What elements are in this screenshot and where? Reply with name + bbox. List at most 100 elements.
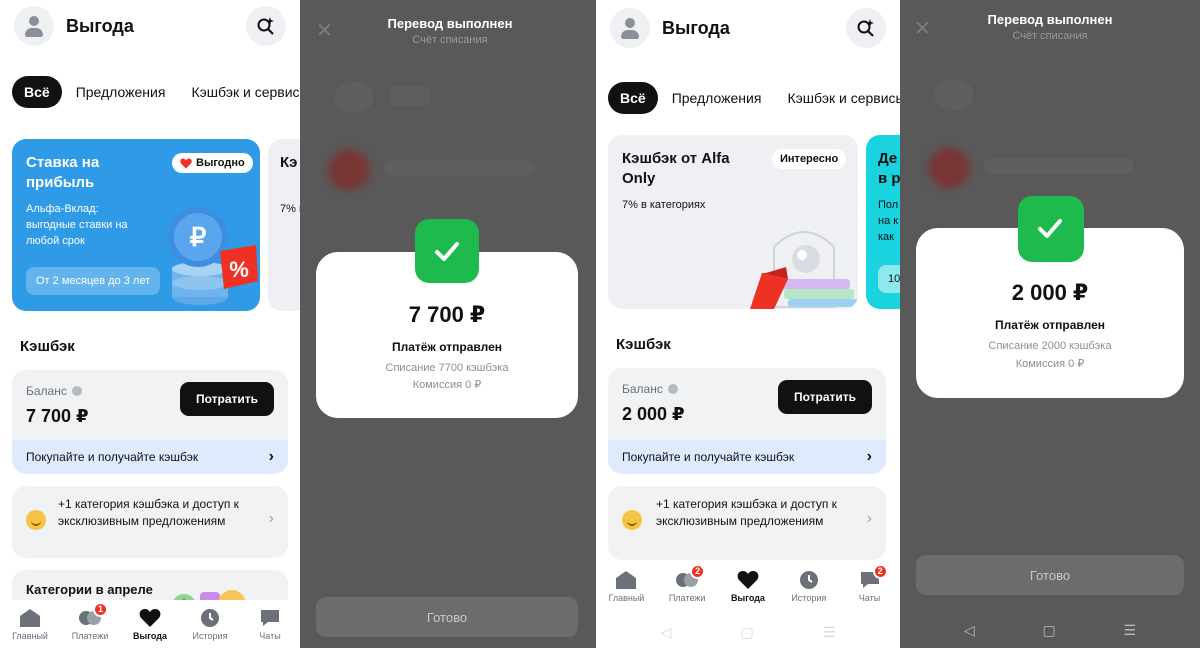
- smile-icon: [622, 510, 642, 530]
- blurred-row: [384, 160, 534, 176]
- nav-benefits[interactable]: Выгода: [720, 570, 776, 603]
- nav-label: История: [791, 592, 827, 603]
- blurred-row: [984, 158, 1134, 174]
- search-button[interactable]: [246, 6, 286, 46]
- chevron-right-icon: ›: [866, 510, 872, 527]
- svg-text:₽: ₽: [190, 222, 207, 252]
- tab-offers[interactable]: Предложения: [64, 76, 178, 108]
- home-square-icon[interactable]: ▢: [740, 624, 753, 641]
- peek-title: Кэ от: [280, 154, 300, 171]
- cashback-section-title: Кэшбэк: [20, 338, 75, 355]
- info-icon[interactable]: [667, 384, 678, 394]
- bottom-nav: Главный 2 Платежи Выгода История 2 Чаты: [596, 562, 900, 610]
- search-button[interactable]: [846, 8, 886, 48]
- earn-cashback-link[interactable]: Покупайте и получайте кэшбэк ›: [12, 440, 288, 474]
- debit-account-label: Счёт списания: [1012, 30, 1088, 42]
- back-icon[interactable]: ◁: [661, 624, 672, 641]
- clock-icon: [799, 570, 818, 589]
- promo-text: 7% в категориях: [622, 199, 706, 211]
- back-icon[interactable]: ◁: [964, 622, 975, 639]
- tab-all[interactable]: Всё: [608, 82, 658, 114]
- category-offer-card[interactable]: +1 категория кэшбэка и доступ к эксклюзи…: [12, 486, 288, 558]
- peek-button[interactable]: 10: [878, 265, 900, 293]
- peek-text: 7% в: [280, 203, 300, 215]
- category-offer-text: +1 категория кэшбэка и доступ к эксклюзи…: [58, 497, 239, 528]
- avatar[interactable]: [14, 6, 54, 46]
- bottom-nav: Главный 1 Платежи Выгода История Чаты: [0, 600, 300, 648]
- category-offer-card[interactable]: +1 категория кэшбэка и доступ к эксклюзи…: [608, 486, 886, 560]
- notification-badge: 2: [690, 563, 706, 579]
- info-icon[interactable]: [71, 386, 82, 396]
- nav-payments[interactable]: 2 Платежи: [659, 563, 715, 603]
- coin-percent-illustration: ₽ %: [168, 207, 258, 305]
- nav-home[interactable]: Главный: [2, 608, 58, 641]
- term-button[interactable]: От 2 месяцев до 3 лет: [26, 267, 161, 295]
- screen-transfer-success-1: ✕ Перевод выполнен Счёт списания 7 700 ₽…: [300, 0, 600, 648]
- earn-cashback-label: Покупайте и получайте кэшбэк: [622, 450, 795, 464]
- recents-icon[interactable]: ☰: [823, 624, 836, 641]
- amount: 2 000 ₽: [1011, 280, 1089, 305]
- promo-title: Ставка на прибыль: [26, 154, 100, 191]
- notification-badge: 1: [93, 601, 108, 617]
- nav-label: Платежи: [71, 630, 109, 641]
- nav-label: Главный: [12, 630, 48, 641]
- done-button[interactable]: Готово: [916, 555, 1184, 595]
- balance-value: 2 000 ₽: [622, 404, 685, 424]
- nav-benefits[interactable]: Выгода: [122, 608, 178, 641]
- badge-label: Интересно: [780, 153, 839, 165]
- blurred-row: [334, 82, 374, 112]
- tab-offers[interactable]: Предложения: [660, 82, 774, 114]
- done-button[interactable]: Готово: [316, 597, 578, 637]
- badge-label: Выгодно: [196, 157, 245, 169]
- header: Выгода: [610, 8, 886, 48]
- success-title: Перевод выполнен: [387, 16, 513, 31]
- nav-history[interactable]: История: [781, 570, 837, 603]
- chat-icon: [261, 609, 279, 626]
- promo-card-alfa-only[interactable]: Кэшбэк от Alfa Only Интересно 7% в катег…: [608, 135, 858, 309]
- nav-chats[interactable]: Чаты: [242, 608, 298, 641]
- podium-illustration: [750, 231, 858, 309]
- nav-home[interactable]: Главный: [598, 570, 654, 603]
- earn-cashback-link[interactable]: Покупайте и получайте кэшбэк ›: [608, 440, 886, 474]
- tab-cashback-services[interactable]: Кэшбэк и сервисы: [775, 82, 900, 114]
- tab-cashback-services[interactable]: Кэшбэк и сервисы: [179, 76, 300, 108]
- avatar[interactable]: [610, 8, 650, 48]
- balance-label: Баланс: [26, 384, 67, 398]
- nav-label: История: [192, 630, 228, 641]
- success-check-icon: [415, 219, 479, 283]
- payment-status: Платёж отправлен: [391, 340, 503, 354]
- nav-payments[interactable]: 1 Платежи: [62, 601, 118, 641]
- nav-chats[interactable]: 2 Чаты: [842, 563, 898, 603]
- search-sparkle-icon: [857, 19, 874, 37]
- success-check-icon: [1018, 196, 1084, 262]
- spend-button[interactable]: Потратить: [179, 382, 274, 416]
- debit-account-label: Счёт списания: [412, 34, 488, 46]
- category-offer-text: +1 категория кэшбэка и доступ к эксклюзи…: [656, 497, 837, 528]
- cashback-balance-card: Баланс 7 700 ₽ Потратить Покупайте и пол…: [12, 370, 288, 474]
- smile-icon: [26, 510, 46, 530]
- fee-text: Комиссия 0 ₽: [412, 379, 482, 391]
- blurred-icon: [928, 148, 970, 188]
- blurred-row: [934, 80, 974, 110]
- nav-label: Чаты: [858, 592, 881, 603]
- earn-cashback-label: Покупайте и получайте кэшбэк: [26, 450, 199, 464]
- heart-icon: [180, 158, 192, 168]
- cashback-balance-card: Баланс 2 000 ₽ Потратить Покупайте и пол…: [608, 368, 886, 474]
- nav-label: Главный: [608, 592, 645, 603]
- promo-card-peek[interactable]: Де в р Пол на к как 10: [866, 135, 900, 309]
- check-icon: [1038, 219, 1062, 238]
- spend-button[interactable]: Потратить: [777, 380, 872, 414]
- promo-card-peek[interactable]: Кэ от 7% в: [268, 139, 300, 311]
- promo-title: Кэшбэк от Alfa Only: [622, 150, 730, 187]
- peek-title: Де в р: [878, 150, 900, 187]
- tab-all[interactable]: Всё: [12, 76, 62, 108]
- fee-text: Комиссия 0 ₽: [1015, 358, 1085, 370]
- home-square-icon[interactable]: ▢: [1042, 622, 1055, 639]
- clock-icon: [201, 608, 219, 627]
- nav-history[interactable]: История: [182, 608, 238, 641]
- page-title: Выгода: [66, 15, 134, 36]
- recents-icon[interactable]: ☰: [1124, 622, 1137, 639]
- promo-card-deposit[interactable]: Ставка на прибыль Выгодно Альфа-Вклад: в…: [12, 139, 260, 311]
- system-nav-bar: ◁ ▢ ☰: [930, 618, 1170, 642]
- search-sparkle-icon: [257, 17, 274, 35]
